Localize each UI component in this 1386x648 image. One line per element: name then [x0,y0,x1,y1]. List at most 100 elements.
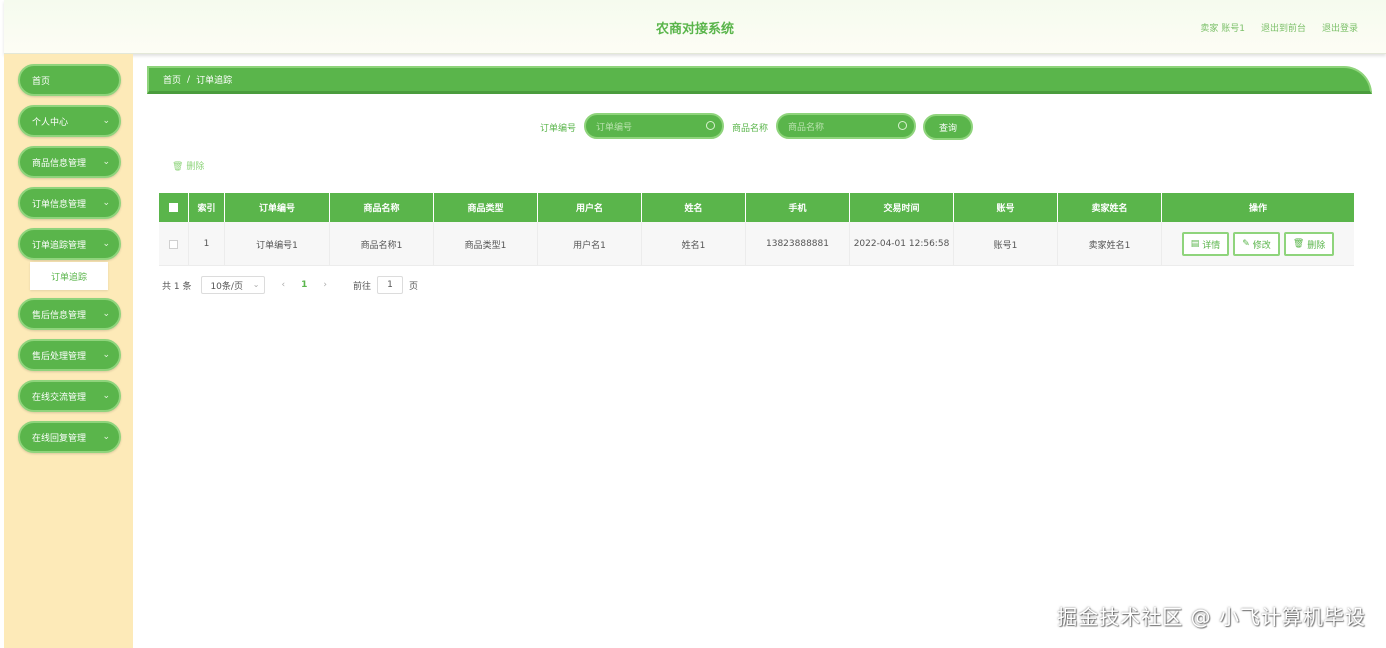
table-cell: 2022-04-01 12:56:58 [850,222,954,266]
detail-label: 详情 [1202,240,1221,251]
edit-label: 修改 [1252,240,1271,251]
sidebar-item-label: 售后信息管理 [32,310,87,321]
chevron-up-icon: ⌄ [102,239,110,249]
page-size-value: 10条/页 [210,281,243,292]
actions-cell: ▤ 详情 ✎ 修改 🗑 删除 [1162,222,1354,266]
chevron-down-icon: ⌄ [252,280,260,289]
sidebar-item-product-info[interactable]: 商品信息管理 ⌄ [18,146,121,178]
goto-suffix: 页 [408,281,418,292]
row-checkbox[interactable] [169,239,178,249]
product-name-label: 商品名称 [732,124,769,134]
sidebar-item-label: 首页 [32,76,51,87]
column-header: 用户名 [538,193,642,222]
column-header: 交易时间 [850,193,954,222]
table-cell: 账号1 [954,222,1058,266]
batch-delete-label: 删除 [186,162,205,172]
user-bar: 卖家 账号1 退出到前台 退出登录 [1200,21,1358,34]
sidebar-item-label: 订单追踪管理 [32,240,87,251]
app-title: 农商对接系统 [655,22,734,37]
logout-link[interactable]: 退出登录 [1322,21,1358,34]
table-header: 索引 订单编号 商品名称 商品类型 用户名 姓名 手机 交易时间 账号 卖家姓名… [159,193,1354,222]
sidebar-item-order-tracking[interactable]: 订单追踪管理 ⌄ [18,228,121,260]
sidebar-subitem-order-tracking[interactable]: 订单追踪 [30,262,108,290]
query-button[interactable]: 查询 [923,114,973,140]
pencil-icon: ✎ [1242,239,1250,249]
circle-icon [706,121,715,130]
circle-icon [898,121,907,130]
batch-delete-button[interactable]: 🗑 删除 [172,159,204,172]
column-header: 商品类型 [434,193,538,222]
sidebar-item-label: 售后处理管理 [32,351,87,362]
chevron-down-icon: ⌄ [102,198,110,208]
chevron-down-icon: ⌄ [102,391,110,401]
table-cell: 用户名1 [538,222,642,266]
top-header: 农商对接系统 卖家 账号1 退出到前台 退出登录 [4,0,1386,54]
prev-page-button[interactable]: ‹ [281,280,285,290]
sidebar-item-order-info[interactable]: 订单信息管理 ⌄ [18,187,121,219]
user-label: 卖家 账号1 [1200,24,1245,34]
watermark: 掘金技术社区 @ 小飞计算机毕设 [1057,605,1366,629]
trash-icon: 🗑 [1292,239,1305,249]
breadcrumb-current: 订单追踪 [196,76,233,86]
sidebar-item-home[interactable]: 首页 [18,64,121,96]
page-size-select[interactable]: 10条/页 ⌄ [201,276,266,294]
sidebar-item-label: 在线交流管理 [32,392,87,403]
delete-label: 删除 [1307,240,1326,251]
table-cell: 商品类型1 [434,222,538,266]
to-front-link[interactable]: 退出到前台 [1261,21,1306,34]
pagination: 共 1 条 10条/页 ⌄ ‹ 1 › 前往 1 页 [162,276,418,294]
goto-label: 前往 [352,281,371,292]
table-cell: 13823888881 [746,222,850,266]
column-header: 商品名称 [330,193,434,222]
product-name-placeholder: 商品名称 [788,122,825,133]
order-no-input[interactable]: 订单编号 [584,113,724,139]
row-select-cell [159,222,189,266]
sidebar-item-label: 订单信息管理 [32,199,87,210]
table-cell: 姓名1 [642,222,746,266]
sidebar-item-online-reply[interactable]: 在线回复管理 ⌄ [18,421,121,453]
column-header: 卖家姓名 [1058,193,1162,222]
table-cell: 1 [189,222,225,266]
order-tracking-table: 索引 订单编号 商品名称 商品类型 用户名 姓名 手机 交易时间 账号 卖家姓名… [159,193,1354,266]
select-all-cell [159,193,189,222]
select-all-checkbox[interactable] [169,203,178,212]
table-cell: 商品名称1 [330,222,434,266]
column-header: 索引 [189,193,225,222]
table-row: 1 订单编号1 商品名称1 商品类型1 用户名1 姓名1 13823888881… [159,222,1354,266]
sidebar-item-label: 在线回复管理 [32,433,87,444]
trash-icon: 🗑 [172,162,184,172]
breadcrumb: 首页 / 订单追踪 [147,66,1372,94]
column-header: 姓名 [642,193,746,222]
delete-button[interactable]: 🗑 删除 [1283,232,1335,256]
next-page-button[interactable]: › [323,280,327,290]
order-no-placeholder: 订单编号 [596,122,633,133]
sidebar-item-aftersale-handle[interactable]: 售后处理管理 ⌄ [18,339,121,371]
document-icon: ▤ [1190,239,1200,249]
chevron-down-icon: ⌄ [102,309,110,319]
column-header: 账号 [954,193,1058,222]
breadcrumb-home[interactable]: 首页 [163,73,181,86]
chevron-down-icon: ⌄ [102,157,110,167]
product-name-input[interactable]: 商品名称 [776,113,916,139]
table-cell: 卖家姓名1 [1058,222,1162,266]
column-header: 手机 [746,193,850,222]
sidebar-item-label: 商品信息管理 [32,158,87,169]
table-cell: 订单编号1 [225,222,330,266]
detail-button[interactable]: ▤ 详情 [1181,232,1230,256]
chevron-down-icon: ⌄ [102,116,110,126]
page-number[interactable]: 1 [301,280,307,290]
order-no-label: 订单编号 [540,124,577,134]
column-header: 操作 [1248,204,1267,214]
sidebar-item-online-chat[interactable]: 在线交流管理 ⌄ [18,380,121,412]
breadcrumb-separator: / [187,74,191,85]
sidebar-item-personal-center[interactable]: 个人中心 ⌄ [18,105,121,137]
sidebar-item-aftersale-info[interactable]: 售后信息管理 ⌄ [18,298,121,330]
chevron-down-icon: ⌄ [102,432,110,442]
column-header: 订单编号 [225,193,330,222]
sidebar-item-label: 个人中心 [32,117,69,128]
pagination-total: 共 1 条 [162,281,192,292]
edit-button[interactable]: ✎ 修改 [1233,232,1280,256]
sidebar: 首页 个人中心 ⌄ 商品信息管理 ⌄ 订单信息管理 ⌄ 订单追踪管理 ⌄ 订单追… [4,54,133,648]
goto-page-input[interactable]: 1 [376,276,403,294]
chevron-down-icon: ⌄ [102,350,110,360]
